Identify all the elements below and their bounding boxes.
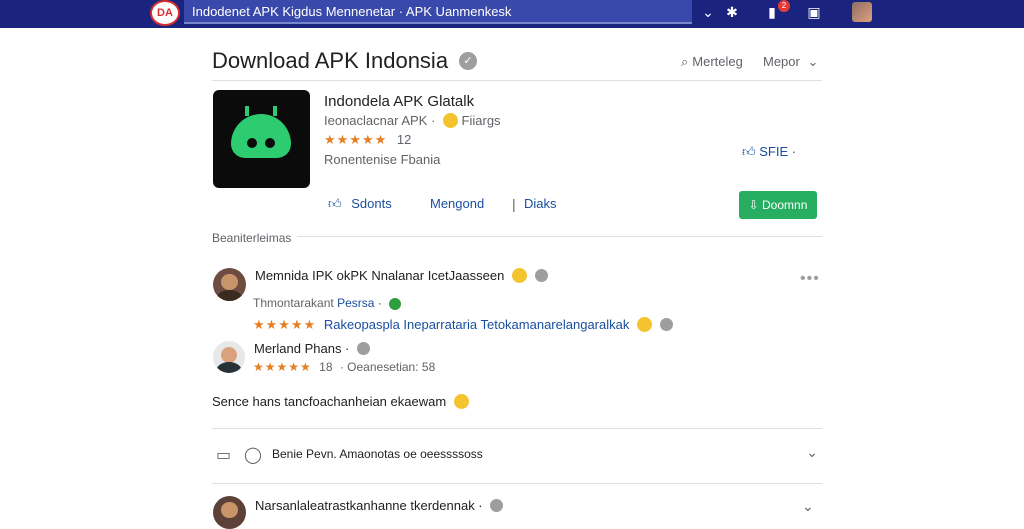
tab-label: Sdonts — [351, 196, 392, 211]
status-icon — [389, 298, 402, 310]
app-rating: ★★★★★ 12 — [324, 132, 411, 148]
section-divider — [212, 236, 822, 237]
more-icon: · — [791, 144, 797, 159]
rating-count: 12 — [396, 132, 412, 147]
comment-body-text: Rakeopaspla Ineparrataria Tetokamanarela… — [323, 317, 630, 332]
app-name: Indondela APK Glatalk — [324, 93, 475, 110]
search-link-label: Merteleg — [692, 54, 743, 69]
comment-text: Sence hans tancfoachanheian ekaewam — [212, 394, 469, 409]
emoji-icon — [636, 317, 652, 332]
download-button[interactable]: ⇩ Doomnn — [739, 191, 817, 219]
address-search-bar[interactable]: Indodenet APK Kigdus Mennenetar · APK Ua… — [184, 0, 692, 24]
like-button[interactable]: 👍︎ SFIE · — [742, 144, 796, 160]
comment-author: Thmontarakant — [253, 296, 334, 310]
comments-section-label: Beaniterleimas — [212, 231, 298, 245]
avatar-face — [221, 273, 238, 291]
comment-title: Narsanlaleatrastkanhanne tkerdennak · — [255, 498, 504, 513]
comment-meta: Thmontarakant Pesrsa · — [253, 296, 402, 310]
reply-bar: ▭ ◯ Benie Pevn. Amaonotas oe oeessssoss … — [212, 440, 822, 470]
chevron-down-icon[interactable]: ⌄ — [698, 2, 718, 22]
app-tag: Fiiargs — [461, 113, 501, 128]
profile-avatar[interactable] — [852, 2, 872, 22]
comment-rating-row: ★★★★★ 18 · Oeanesetian: 58 — [253, 360, 435, 374]
comment-author-name: Merland Phans · — [254, 341, 371, 356]
comment-rating: 18 — [319, 360, 333, 374]
avatar-face — [221, 501, 238, 519]
thumbs-up-icon: 👍︎ — [742, 144, 756, 159]
comment-title-text: Narsanlaleatrastkanhanne tkerdennak · — [255, 498, 483, 513]
tab-separator: | — [512, 196, 516, 212]
puzzle-icon[interactable]: ✱ — [722, 2, 742, 22]
notification-badge: 2 — [778, 0, 790, 12]
verified-icon — [534, 269, 548, 282]
chat-bubble-icon[interactable]: ◯ — [244, 445, 262, 465]
tab-sdonts[interactable]: 👍︎ Sdonts — [328, 196, 392, 212]
page-title: Download APK Indonsia — [212, 48, 449, 73]
comment-body: ★★★★★ Rakeopaspla Ineparrataria Tetokama… — [253, 317, 673, 333]
like-label: SFIE — [759, 144, 789, 159]
avatar-body — [216, 289, 243, 301]
site-logo[interactable]: DA — [150, 0, 180, 26]
menu-label: Mepor — [763, 54, 800, 69]
star-rating-icon: ★★★★★ — [253, 360, 312, 374]
top-bar: DA Indodenet APK Kigdus Mennenetar · APK… — [0, 0, 1024, 28]
android-mascot-icon — [231, 106, 291, 158]
eye — [247, 138, 257, 148]
app-action-bar: 👍︎ Sdonts Mengond | Diaks — [210, 192, 822, 226]
emoji-icon — [442, 113, 458, 128]
thumbs-up-icon: 👍︎ — [328, 196, 342, 211]
app-developer[interactable]: Ronentenise Fbania — [324, 152, 440, 167]
chevron-down-icon: ⌄ — [807, 54, 819, 69]
search-link[interactable]: ⌕ Merteleg — [681, 54, 743, 70]
star-rating-icon: ★★★★★ — [253, 317, 317, 332]
chevron-down-icon[interactable]: ⌄ — [806, 444, 818, 461]
header-divider — [212, 80, 822, 81]
antenna — [245, 106, 249, 116]
more-options-icon[interactable]: ••• — [800, 270, 820, 288]
verified-icon — [357, 342, 371, 355]
verified-icon: ✓ — [459, 52, 477, 70]
emoji-icon — [453, 394, 469, 409]
comment-title-text: Memnida IPK okPK Nnalanar IcetJaasseen — [255, 268, 505, 283]
app-subtitle: Ieonaclacnar APK · Fiiargs — [324, 113, 501, 128]
download-label: Doomnn — [762, 198, 808, 212]
avatar[interactable] — [213, 268, 246, 301]
app-icon[interactable] — [213, 90, 310, 188]
search-icon: ⌕ — [681, 54, 689, 69]
comment-divider — [212, 428, 822, 429]
comment-text-body: Sence hans tancfoachanheian ekaewam — [212, 394, 447, 409]
emoji-icon — [511, 268, 527, 283]
tab-mengond[interactable]: Mengond — [430, 196, 484, 211]
comment-meta: · Oeanesetian: 58 — [339, 360, 436, 374]
star-rating-icon: ★★★★★ — [324, 132, 388, 147]
info-icon — [659, 318, 673, 331]
comment-icon[interactable]: ▭ — [216, 445, 231, 465]
comment-divider — [212, 483, 822, 484]
avatar[interactable] — [213, 341, 245, 373]
reply-text: Benie Pevn. Amaonotas oe oeessssoss — [272, 447, 483, 461]
chevron-down-icon[interactable]: ⌄ — [802, 498, 814, 515]
menu-dropdown[interactable]: Mepor ⌄ — [763, 54, 818, 70]
comment-title: Memnida IPK okPK Nnalanar IcetJaasseen — [255, 268, 548, 283]
avatar-body — [216, 362, 242, 373]
download-icon: ⇩ — [748, 198, 759, 212]
antenna — [273, 106, 277, 116]
avatar-face — [221, 346, 237, 363]
comment-author-link[interactable]: Pesrsa · — [337, 296, 382, 310]
comment-author-text: Merland Phans · — [254, 341, 350, 356]
verified-icon — [490, 499, 504, 512]
app-subtitle-text: Ieonaclacnar APK · — [324, 113, 436, 128]
tab-diaks[interactable]: Diaks — [524, 196, 557, 211]
chat-icon[interactable]: ▣ — [804, 2, 824, 22]
avatar[interactable] — [213, 496, 246, 529]
eye — [265, 138, 275, 148]
